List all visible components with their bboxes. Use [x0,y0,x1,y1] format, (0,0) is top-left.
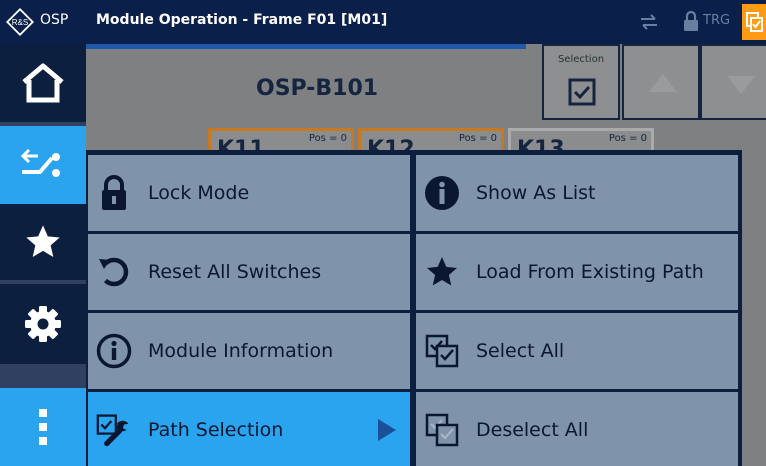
sync-arrows-icon[interactable] [637,12,661,32]
scroll-up-button[interactable] [622,44,700,120]
load-from-existing-path-label: Load From Existing Path [476,261,704,283]
deselect-all-item[interactable]: Deselect All [416,392,738,466]
nav-path[interactable] [0,126,86,204]
svg-text:R&S: R&S [12,18,28,27]
nav-favorites[interactable] [0,204,86,284]
select-all-item[interactable]: Select All [416,313,738,389]
show-as-list-label: Show As List [476,182,596,204]
deselect-all-icon [424,412,460,448]
lock-mode-label: Lock Mode [148,182,250,204]
checkbox-checked-icon [568,78,596,106]
module-title: OSP-B101 [256,76,379,101]
reset-all-switches-item[interactable]: Reset All Switches [88,234,410,310]
reset-all-switches-label: Reset All Switches [148,261,322,283]
nav-spacer [0,364,86,388]
app-name: OSP [40,12,69,28]
deselect-all-label: Deselect All [476,419,589,441]
nav-settings[interactable] [0,284,86,364]
gear-icon [25,306,61,342]
switch-position: Pos = 0 [608,133,647,144]
switch-position: Pos = 0 [308,133,347,144]
trigger-label: TRG [703,13,731,28]
submenu-arrow-icon [378,419,396,441]
lock-mode-item[interactable]: Lock Mode [88,155,410,231]
context-menu: Lock Mode Show As List Reset All Switche… [86,150,742,466]
trigger-lock-icon [684,10,698,31]
star-icon [26,225,60,257]
lock-icon [96,175,132,211]
selection-label: Selection [557,54,605,65]
nav-more[interactable] [0,388,86,466]
arrow-up-icon [649,74,677,92]
select-all-icon [424,333,460,369]
selection-button[interactable]: Selection [542,44,620,120]
title-bar: R&S OSP Module Operation - Frame F01 [M0… [0,0,766,44]
scroll-down-button[interactable] [700,44,766,120]
show-as-list-item[interactable]: Show As List [416,155,738,231]
load-from-existing-path-item[interactable]: Load From Existing Path [416,234,738,310]
nav-home[interactable] [0,44,86,126]
wrench-check-icon [96,412,132,448]
reset-icon [96,254,132,290]
panel-accent-line [86,44,526,49]
path-selection-item[interactable]: Path Selection [88,392,410,466]
switch-position: Pos = 0 [458,133,497,144]
more-vertical-icon [39,409,47,445]
module-information-item[interactable]: Module Information [88,313,410,389]
left-navigation [0,44,86,466]
window-title: Module Operation - Frame F01 [M01] [96,12,388,28]
module-information-label: Module Information [148,340,334,362]
arrow-down-icon [727,76,755,94]
remote-status-icon[interactable] [742,4,766,40]
path-selection-label: Path Selection [148,419,284,441]
select-all-label: Select All [476,340,565,362]
path-switch-icon [20,148,60,177]
rs-logo-icon: R&S [6,8,34,36]
info-filled-icon [424,175,460,211]
star-icon [424,254,460,290]
home-icon [22,63,64,103]
info-outline-icon [96,333,132,369]
